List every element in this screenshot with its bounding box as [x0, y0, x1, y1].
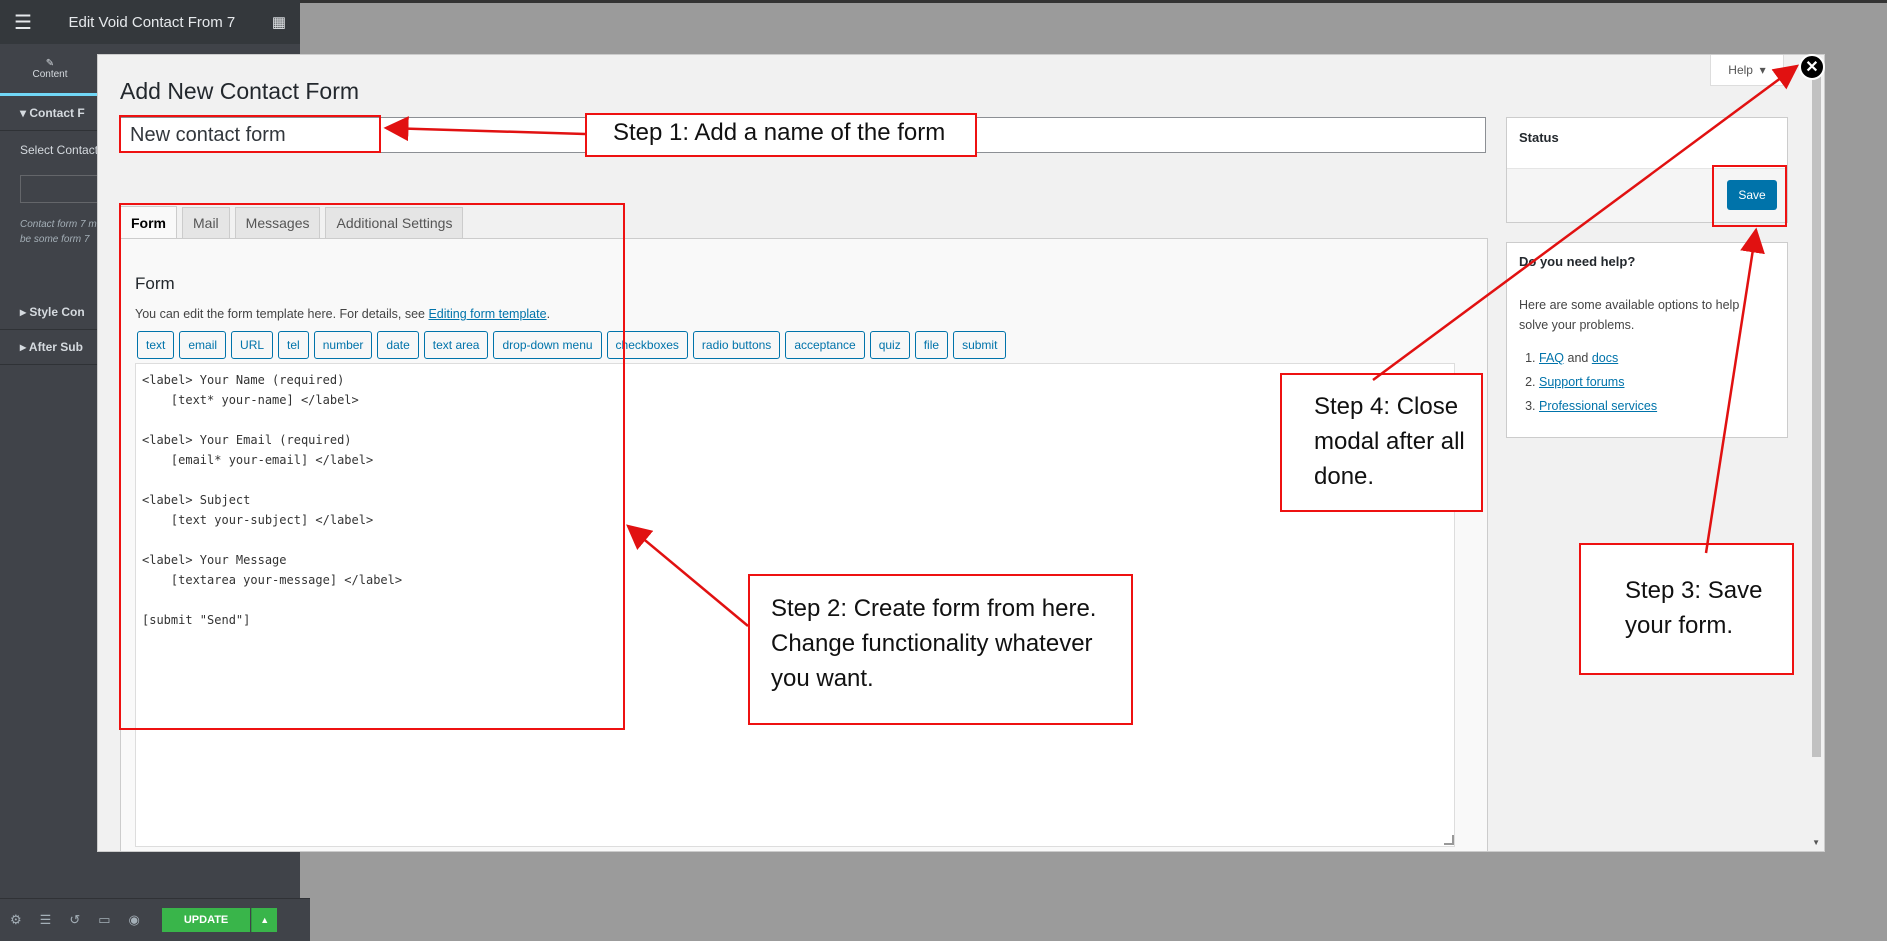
step1-arrow [383, 116, 586, 142]
step2-arrow [626, 524, 749, 627]
step3-arrow [1704, 227, 1765, 554]
step4-arrow [1372, 64, 1800, 382]
annotation-arrows [383, 64, 1800, 627]
